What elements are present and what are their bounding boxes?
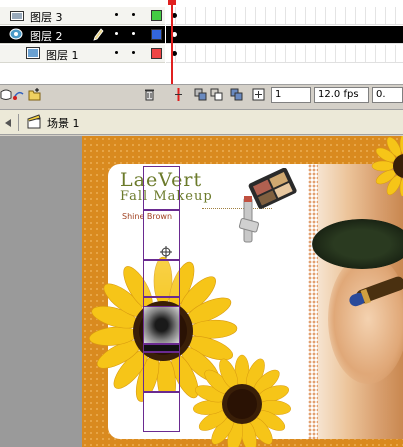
symbol-frame-box[interactable]: [143, 166, 180, 210]
pencil-icon: [93, 28, 104, 41]
frame-row[interactable]: [166, 7, 403, 25]
layer-row-2[interactable]: 图层 2: [0, 26, 165, 44]
lipstick-tube-image: [349, 276, 403, 307]
back-arrow-icon[interactable]: [3, 118, 13, 128]
layer-folder-icon: [10, 11, 24, 21]
layer-outline-color[interactable]: [151, 48, 162, 59]
onion-skin-icon[interactable]: [194, 88, 207, 101]
edit-bar: 场景 1: [0, 110, 403, 135]
timeline-panel: 图层 3 图层 2 图层 1 1 12.0 fps 0.: [0, 0, 403, 104]
layer-name: 图层 1: [46, 49, 79, 62]
trash-icon[interactable]: [143, 88, 156, 101]
sunflower-small-image: [193, 354, 291, 447]
symbol-frame-box[interactable]: [143, 344, 180, 352]
layer-name: 图层 2: [30, 30, 63, 43]
makeup-palette-image: [238, 168, 297, 243]
playhead-handle[interactable]: [168, 0, 176, 5]
layer-outline-color[interactable]: [151, 29, 162, 40]
layer-toolbar: [0, 84, 166, 104]
frame-row[interactable]: [166, 26, 403, 44]
symbol-frame-box[interactable]: [143, 260, 180, 297]
insert-folder-icon[interactable]: [28, 88, 41, 101]
hat-photo: [312, 219, 403, 269]
frame-toolbar: 1 12.0 fps 0.: [166, 84, 403, 104]
symbol-frame-box[interactable]: [143, 392, 180, 432]
elapsed-time-field[interactable]: 0.: [372, 87, 403, 103]
lock-dot[interactable]: [132, 13, 135, 16]
scene-clapper-icon: [27, 114, 41, 129]
symbol-frame-box[interactable]: [143, 306, 180, 344]
center-frame-icon[interactable]: [172, 88, 185, 101]
visibility-dot[interactable]: [115, 51, 118, 54]
layer-icon: [26, 47, 40, 59]
frame-row[interactable]: [166, 45, 403, 63]
frame-rate-field[interactable]: 12.0 fps: [314, 87, 369, 103]
modify-onion-markers-icon[interactable]: [252, 88, 265, 101]
symbol-frame-box[interactable]: [143, 352, 180, 392]
layer-row-3[interactable]: 图层 3: [0, 7, 165, 25]
stage[interactable]: LaeVert Fall Makeup Shine Brown: [0, 136, 403, 447]
photo-panel: [312, 164, 403, 439]
current-frame-field[interactable]: 1: [271, 87, 311, 103]
visibility-dot[interactable]: [115, 32, 118, 35]
sunflower-corner-image: [371, 136, 403, 196]
lock-dot[interactable]: [132, 32, 135, 35]
frames-grid[interactable]: [166, 0, 403, 72]
layer-outline-color[interactable]: [151, 10, 162, 21]
layer-name: 图层 3: [30, 11, 63, 24]
visibility-dot[interactable]: [115, 13, 118, 16]
scene-breadcrumb[interactable]: 场景 1: [47, 115, 80, 131]
separator: [18, 114, 19, 131]
layer-row-1[interactable]: 图层 1: [0, 45, 165, 63]
registration-point-icon[interactable]: [160, 246, 172, 258]
lock-dot[interactable]: [132, 51, 135, 54]
layer-mask-icon: [9, 28, 23, 40]
add-motion-guide-icon[interactable]: [12, 88, 25, 101]
onion-skin-outlines-icon[interactable]: [210, 88, 223, 101]
edit-multiple-frames-icon[interactable]: [230, 88, 243, 101]
